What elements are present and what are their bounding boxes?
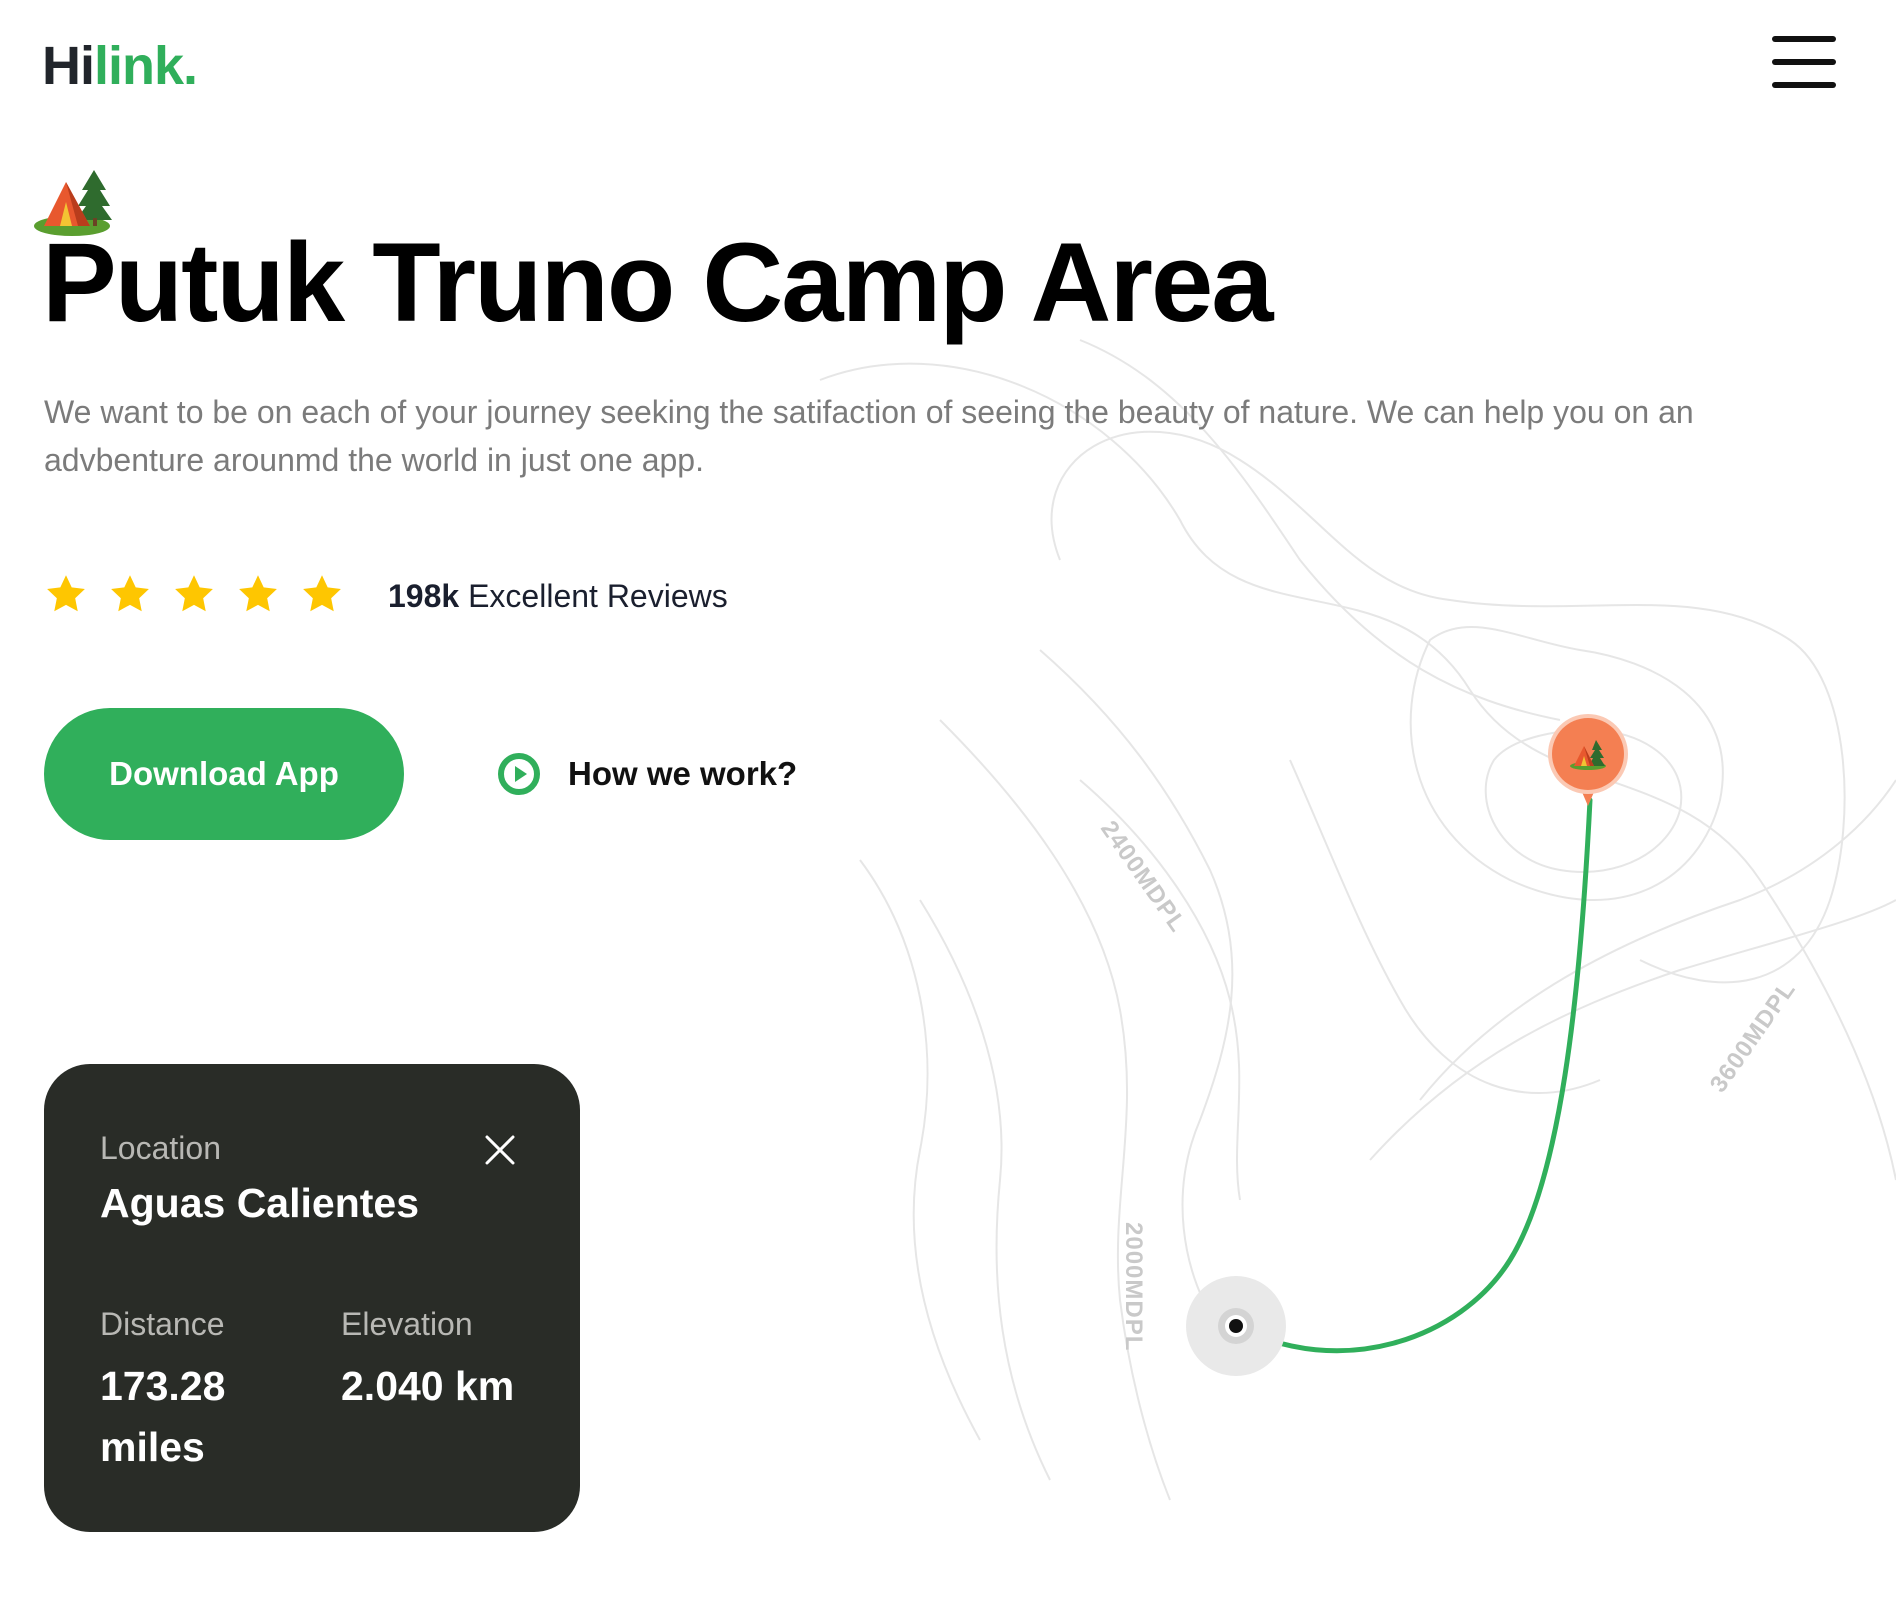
play-circle-icon bbox=[498, 753, 540, 795]
star-icon bbox=[111, 575, 149, 612]
star-icon bbox=[303, 575, 341, 612]
star-icon bbox=[175, 575, 213, 612]
page-title: Putuk Truno Camp Area bbox=[42, 220, 1274, 345]
how-we-work-link[interactable]: How we work? bbox=[498, 748, 797, 800]
elevation-label: Elevation bbox=[341, 1306, 473, 1342]
star-icon bbox=[239, 575, 277, 612]
route-start-marker[interactable] bbox=[1184, 1274, 1288, 1378]
contour-label-2400: 2400MDPL bbox=[1095, 816, 1191, 937]
reviews-count: 198k bbox=[388, 578, 460, 614]
contour-label-3600: 3600MDPL bbox=[1705, 976, 1801, 1097]
brand-logo[interactable]: Hilink. bbox=[42, 36, 198, 96]
hamburger-menu-icon[interactable] bbox=[1772, 36, 1836, 88]
landing-page: 2400MDPL 3600MDPL 2000MDPL Hilink. Putuk… bbox=[0, 0, 1896, 1606]
download-app-button[interactable]: Download App bbox=[44, 708, 404, 840]
star-icon bbox=[47, 575, 85, 612]
distance-value: 173.28 miles bbox=[100, 1363, 226, 1470]
menu-line bbox=[1772, 36, 1836, 42]
star-rating bbox=[44, 572, 344, 616]
how-we-work-label: How we work? bbox=[568, 755, 798, 792]
distance-stat: Distance 173.28 miles bbox=[100, 1302, 300, 1478]
close-icon[interactable] bbox=[482, 1132, 518, 1168]
reviews-summary: 198k Excellent Reviews bbox=[388, 574, 728, 618]
location-card: Location Aguas Calientes Distance 173.28… bbox=[44, 1064, 580, 1532]
location-value: Aguas Calientes bbox=[100, 1180, 419, 1226]
reviews-label: Excellent Reviews bbox=[468, 578, 728, 614]
menu-line bbox=[1772, 59, 1836, 65]
hero-description: We want to be on each of your journey se… bbox=[44, 394, 1694, 478]
elevation-value: 2.040 km bbox=[341, 1363, 515, 1409]
distance-label: Distance bbox=[100, 1306, 225, 1342]
menu-line bbox=[1772, 82, 1836, 88]
location-label: Location bbox=[100, 1130, 221, 1166]
elevation-stat: Elevation 2.040 km bbox=[341, 1302, 541, 1417]
camp-location-pin-icon[interactable] bbox=[1546, 714, 1630, 810]
logo-text-hi: Hi bbox=[42, 36, 95, 96]
route-path bbox=[1233, 797, 1593, 1354]
logo-text-link: link. bbox=[94, 36, 198, 96]
contour-label-2000: 2000MDPL bbox=[1120, 1222, 1147, 1351]
